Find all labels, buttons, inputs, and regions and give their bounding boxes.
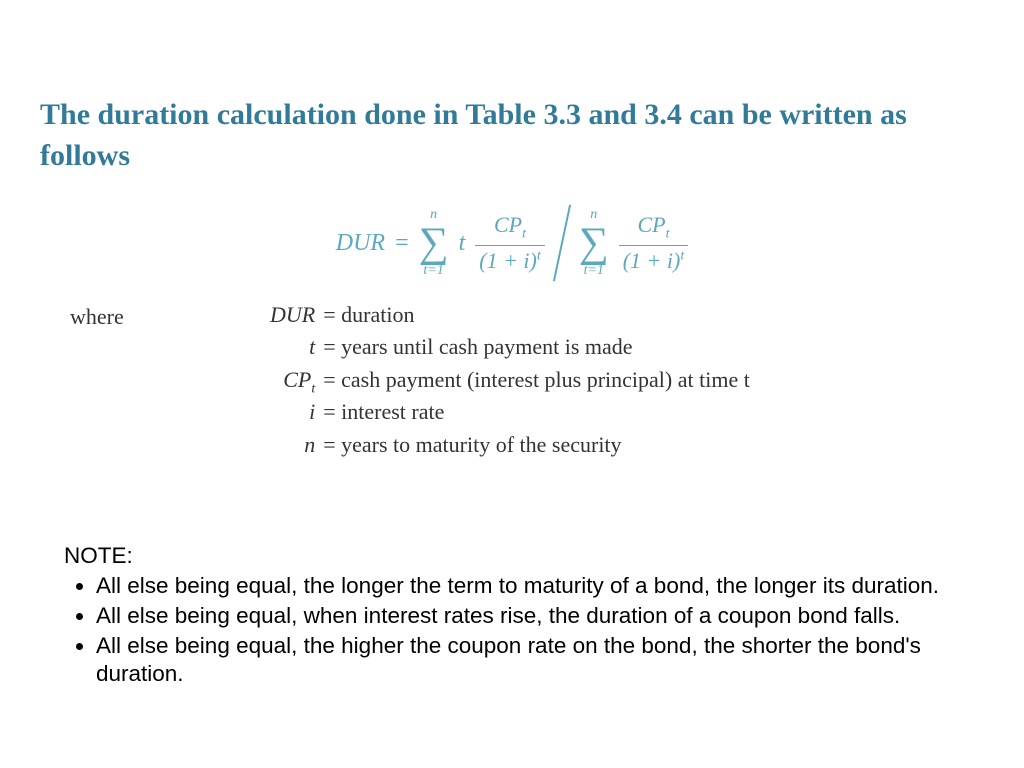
sigma-2-lower: t=1 [584,264,604,278]
formula-lhs: DUR [336,230,385,257]
definitions-table: DUR = duration t = years until cash paym… [270,302,750,462]
fraction-2-den: (1 + i)t [619,248,689,274]
fraction-2-num-sub: t [666,227,670,242]
note-item-0: All else being equal, the longer the ter… [96,572,960,600]
sigma-1-symbol: ∑ [419,222,449,264]
sigma-1: n ∑ t=1 [419,208,449,278]
where-label: where [70,302,270,330]
fraction-1-bar [475,245,545,246]
fraction-1-num-sub: t [522,227,526,242]
fraction-1-den-base: (1 + i) [479,248,537,273]
fraction-1-num-base: CP [494,212,522,237]
fraction-2-den-base: (1 + i) [623,248,681,273]
note-label: NOTE: [64,542,960,570]
definitions-block: where DUR = duration t = years until cas… [70,302,984,462]
sigma-2: n ∑ t=1 [579,208,609,278]
fraction-2: CPt (1 + i)t [619,212,689,273]
def-sym-1: t [270,334,315,364]
def-desc-3: = interest rate [323,399,750,429]
fraction-1-den: (1 + i)t [475,248,545,274]
division-slash [553,205,571,282]
note-item-1: All else being equal, when interest rate… [96,602,960,630]
fraction-2-den-exp: t [680,248,684,263]
note-list: All else being equal, the longer the ter… [64,572,960,689]
def-desc-2: = cash payment (interest plus principal)… [323,367,750,397]
note-block: NOTE: All else being equal, the longer t… [40,542,984,689]
def-desc-4: = years to maturity of the security [323,432,750,462]
def-sym-2: CPt [270,367,315,397]
note-item-2: All else being equal, the higher the cou… [96,632,960,688]
def-sym-0: DUR [270,302,315,332]
duration-formula: DUR = n ∑ t=1 t CPt (1 + i)t n ∑ [40,204,984,282]
fraction-2-num-base: CP [637,212,665,237]
fraction-1-den-exp: t [537,248,541,263]
formula-eq: = [395,230,409,257]
slide: The duration calculation done in Table 3… [0,0,1024,768]
slide-title: The duration calculation done in Table 3… [40,95,984,176]
def-desc-1: = years until cash payment is made [323,334,750,364]
sigma-2-symbol: ∑ [579,222,609,264]
fraction-2-num: CPt [633,212,673,242]
fraction-1-num: CPt [490,212,530,242]
def-sym-4: n [270,432,315,462]
formula-t-factor: t [459,230,466,257]
def-desc-0: = duration [323,302,750,332]
fraction-1: CPt (1 + i)t [475,212,545,273]
def-sym-3: i [270,399,315,429]
fraction-2-bar [619,245,689,246]
sigma-1-lower: t=1 [423,264,443,278]
